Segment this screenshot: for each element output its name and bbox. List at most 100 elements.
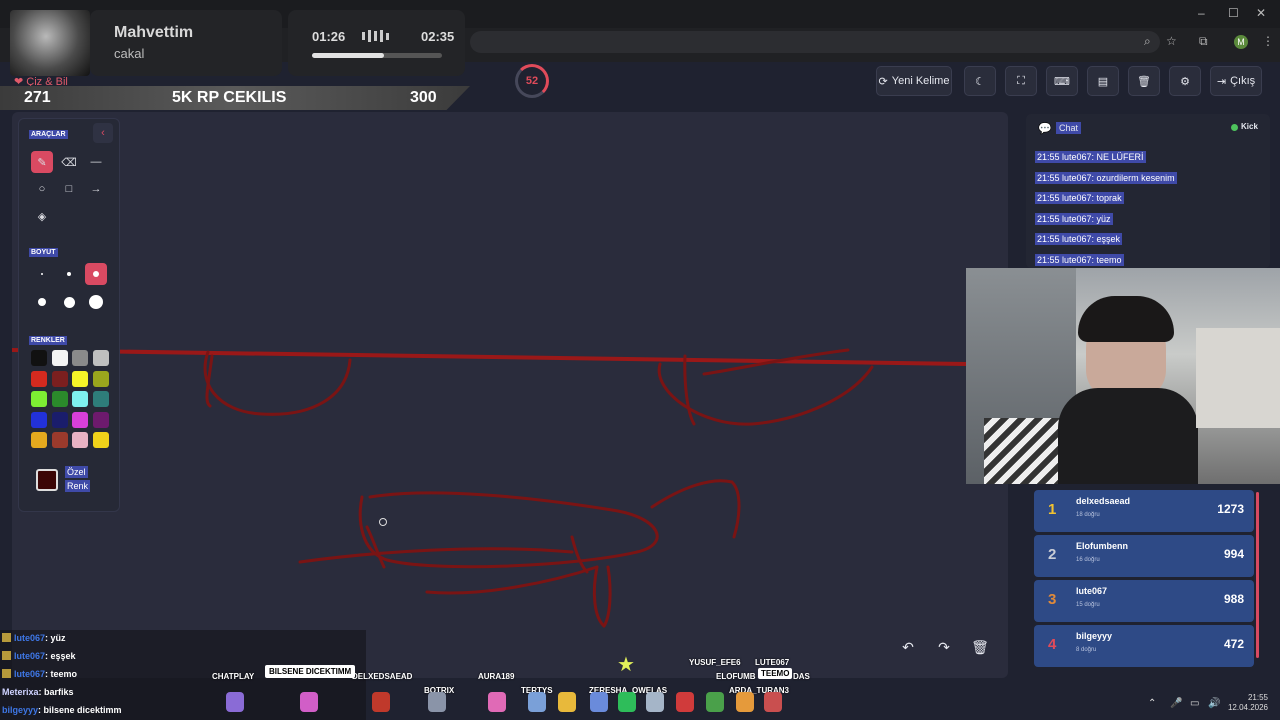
fill-tool[interactable]: ◈ [31,205,53,227]
player-name: bilgeyyy [1076,631,1113,641]
rank-number: 4 [1048,636,1057,653]
speaker-icon[interactable]: 🔊 [1208,698,1220,709]
song-title: Mahvettim [114,24,194,41]
theme-toggle-button[interactable]: ☾ [964,66,996,96]
chat-text: : yüz [45,633,66,643]
menu-icon[interactable]: ⋮ [1262,34,1274,48]
speech-bubble-2: TEEMO [758,668,793,679]
crowd-viewer-name: CHATPLAY [212,672,255,681]
color-swatch[interactable] [92,370,109,387]
crowd-viewer-name: ELOFUMB [716,672,756,681]
player-correct-count: 16 doğru [1076,557,1100,563]
line-tool[interactable]: — [85,151,107,173]
circle-tool[interactable]: ○ [31,178,53,200]
viewer-sprite [488,692,506,712]
custom-color-swatch[interactable] [36,469,58,491]
crowd-viewer-name: DAS [793,672,810,681]
color-swatch[interactable] [31,391,47,407]
leaderboard-scrollbar[interactable] [1256,492,1259,658]
close-button[interactable]: ✕ [1256,6,1266,20]
star-icon[interactable]: ☆ [1166,34,1177,48]
search-icon[interactable]: ⌕ [1144,34,1151,49]
player-correct-count: 15 doğru [1076,602,1100,608]
cursor-ring [379,518,387,526]
color-swatch[interactable] [31,350,47,366]
eraser-tool[interactable]: ⌫ [58,151,80,173]
color-swatch[interactable] [51,432,68,448]
color-swatch[interactable] [72,370,88,387]
color-swatch[interactable] [92,432,109,448]
microphone-icon[interactable]: 🎤 [1170,698,1182,709]
viewer-sprite [646,692,664,712]
settings-button[interactable]: ⚙ [1169,66,1201,96]
color-swatch[interactable] [72,432,88,448]
trash-icon: 🗑 [971,638,989,655]
delete-button[interactable]: 🗑 [969,636,991,658]
profile-avatar[interactable]: M [1234,35,1248,49]
undo-button[interactable]: ↶ [897,636,919,658]
archive-icon: ▤ [1097,75,1109,88]
archive-button[interactable]: ▤ [1087,66,1119,96]
clear-button[interactable]: 🗑 [1128,66,1160,96]
player-name: delxedsaead [1076,496,1131,506]
address-bar[interactable] [470,31,1160,53]
extensions-icon[interactable]: ⧉ [1199,34,1208,49]
new-word-button[interactable]: ⟳ Yeni Kelime [876,66,952,96]
minimize-button[interactable]: – [1198,6,1205,20]
leaderboard-row: 4 bilgeyyy 8 doğru 472 [1034,625,1254,667]
viewer-sprite [618,692,636,712]
fullscreen-button[interactable]: ⛶ [1005,66,1037,96]
custom-color-label-2[interactable]: Renk [65,480,91,492]
crowd-viewer-name: DELXEDSAEAD [352,672,413,681]
redo-button[interactable]: ↷ [933,636,955,658]
rectangle-tool[interactable]: □ [58,178,80,200]
logout-button[interactable]: ⇥ Çıkış [1210,66,1262,96]
total-time: 02:35 [421,29,455,44]
collapse-panel-button[interactable]: ‹ [93,123,113,143]
color-swatch[interactable] [51,350,68,366]
player-correct-count: 18 doğru [1076,512,1100,518]
color-swatch[interactable] [92,411,109,428]
live-dot-icon [1231,124,1238,131]
color-swatch[interactable] [31,432,47,448]
color-swatch[interactable] [72,350,88,366]
color-swatch[interactable] [31,411,47,428]
arrow-right-icon: → [90,183,102,195]
trash-icon: 🗑 [1137,75,1151,88]
fullscreen-icon: ⛶ [1017,74,1025,87]
color-swatch[interactable] [72,391,88,407]
song-progress-bar [312,53,442,58]
system-clock[interactable]: 21:55 12.04.2026 [1222,693,1268,713]
size-5-button[interactable] [58,291,80,313]
chevron-left-icon: ‹ [101,127,105,139]
size-3-button[interactable] [85,263,107,285]
pencil-tool[interactable]: ✎ [31,151,53,173]
chat-message: 21:55 lute067: NE LÜFERİ [1035,151,1146,163]
color-swatch[interactable] [51,411,68,428]
color-swatch[interactable] [51,391,68,407]
tray-chevron-icon[interactable]: ⌃ [1148,698,1156,709]
maximize-button[interactable]: ☐ [1228,6,1239,20]
moon-icon: ☾ [975,75,985,88]
size-1-button[interactable] [31,263,53,285]
chat-message: 21:55 lute067: eşşek [1035,233,1123,245]
color-swatch[interactable] [72,411,88,428]
network-icon[interactable]: ▭ [1190,698,1199,709]
custom-color-label-1[interactable]: Özel [65,466,88,478]
stream-chat-line: lute067: eşşek [2,651,76,661]
size-4-button[interactable] [31,291,53,313]
color-swatch[interactable] [51,370,68,387]
drawing-canvas[interactable] [12,112,1008,678]
size-6-button[interactable] [85,291,107,313]
keyboard-button[interactable]: ⌨ [1046,66,1078,96]
arrow-tool[interactable]: → [85,178,107,200]
color-swatch[interactable] [92,350,109,366]
square-icon: □ [65,183,73,195]
leaderboard-row: 1 delxedsaead 18 doğru 1273 [1034,490,1254,532]
color-swatch[interactable] [31,370,47,387]
color-swatch[interactable] [92,391,109,407]
viewer-sprite [428,692,446,712]
size-2-button[interactable] [58,263,80,285]
chat-username: lute067 [14,669,46,679]
chat-message: 21:55 lute067: teemo [1035,253,1124,266]
